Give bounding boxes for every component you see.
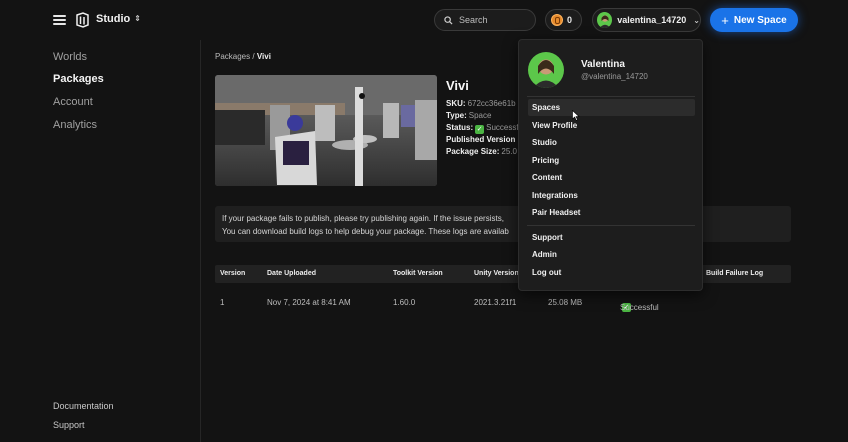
package-title: Vivi <box>446 78 469 93</box>
publish-notice: If your package fails to publish, please… <box>215 206 791 242</box>
coin-icon <box>551 14 563 26</box>
up-down-chevron-icon: ⇕ <box>134 14 141 23</box>
support-link[interactable]: Support <box>53 420 85 430</box>
breadcrumb: Packages / Vivi <box>215 52 271 61</box>
col-build-failure-log: Build Failure Log <box>706 270 764 277</box>
col-unity-version: Unity Version <box>474 270 519 277</box>
row-size: 25.08 MB <box>548 298 583 307</box>
row-version: 1 <box>220 298 225 307</box>
app-name: Studio <box>96 13 131 25</box>
col-toolkit-version: Toolkit Version <box>393 270 443 277</box>
documentation-link[interactable]: Documentation <box>53 401 114 411</box>
menu-item-pricing[interactable]: Pricing <box>528 152 695 169</box>
table-row[interactable]: 1 Nov 7, 2024 at 8:41 AM 1.60.0 2021.3.2… <box>215 293 791 312</box>
menu-divider <box>527 225 695 226</box>
coin-balance[interactable]: 0 <box>545 9 582 31</box>
new-space-label: New Space <box>733 14 787 26</box>
versions-table-header: Version Date Uploaded Toolkit Version Un… <box>215 265 791 283</box>
menu-item-admin[interactable]: Admin <box>528 246 695 263</box>
row-unity: 2021.3.21f1 <box>474 298 517 307</box>
sidebar-item-packages[interactable]: Packages <box>53 73 104 85</box>
sidebar-item-analytics[interactable]: Analytics <box>53 119 97 131</box>
row-toolkit: 1.60.0 <box>393 298 416 307</box>
menu-item-content[interactable]: Content <box>528 169 695 186</box>
profile-name: Valentina <box>581 59 625 70</box>
mouse-cursor-icon <box>572 110 580 121</box>
sidebar-item-account[interactable]: Account <box>53 96 93 108</box>
avatar <box>528 52 564 88</box>
menu-item-log-out[interactable]: Log out <box>528 264 695 281</box>
menu-item-spaces[interactable]: Spaces <box>528 99 695 116</box>
user-menu-button[interactable]: valentina_14720 ⌄ <box>592 8 701 32</box>
package-type: Type: Space <box>446 111 492 120</box>
new-space-button[interactable]: + New Space <box>710 8 798 32</box>
col-date-uploaded: Date Uploaded <box>267 270 317 277</box>
username: valentina_14720 <box>617 15 687 25</box>
menu-item-studio[interactable]: Studio <box>528 134 695 151</box>
breadcrumb-packages[interactable]: Packages <box>215 52 250 61</box>
breadcrumb-separator: / <box>252 52 255 61</box>
sidebar-item-worlds[interactable]: Worlds <box>53 51 87 63</box>
search-input[interactable] <box>459 15 529 25</box>
package-size: Package Size: 25.0 <box>446 147 517 156</box>
profile-handle: @valentina_14720 <box>581 72 648 81</box>
search-icon <box>444 15 453 25</box>
menu-divider <box>527 96 695 97</box>
breadcrumb-current: Vivi <box>256 52 271 61</box>
menu-item-integrations[interactable]: Integrations <box>528 187 695 204</box>
menu-item-support[interactable]: Support <box>528 229 695 246</box>
avatar <box>597 12 613 28</box>
col-version: Version <box>220 270 246 277</box>
package-thumbnail <box>215 75 437 186</box>
check-icon: ✓ <box>475 125 485 134</box>
search-box[interactable] <box>434 9 536 31</box>
studio-logo-icon[interactable] <box>75 12 90 28</box>
user-dropdown-menu: Valentina @valentina_14720 Spaces View P… <box>518 39 703 291</box>
coin-count: 0 <box>567 15 573 25</box>
row-date: Nov 7, 2024 at 8:41 AM <box>267 298 351 307</box>
package-status: Status: ✓ Successful <box>446 123 525 134</box>
package-published-version: Published Version <box>446 135 516 144</box>
menu-item-view-profile[interactable]: View Profile <box>528 117 695 134</box>
chevron-down-icon: ⌄ <box>693 15 700 25</box>
top-bar: Studio ⇕ 0 valentina_14720 ⌄ + New Space <box>0 0 848 40</box>
sidebar: Worlds Packages Account Analytics Docume… <box>0 40 200 442</box>
menu-item-pair-headset[interactable]: Pair Headset <box>528 204 695 221</box>
plus-icon: + <box>721 12 729 28</box>
sidebar-divider <box>200 40 201 442</box>
app-switcher[interactable]: Studio ⇕ <box>96 13 141 25</box>
package-sku: SKU: 672cc36e61b <box>446 99 516 108</box>
hamburger-menu-icon[interactable] <box>53 15 66 25</box>
